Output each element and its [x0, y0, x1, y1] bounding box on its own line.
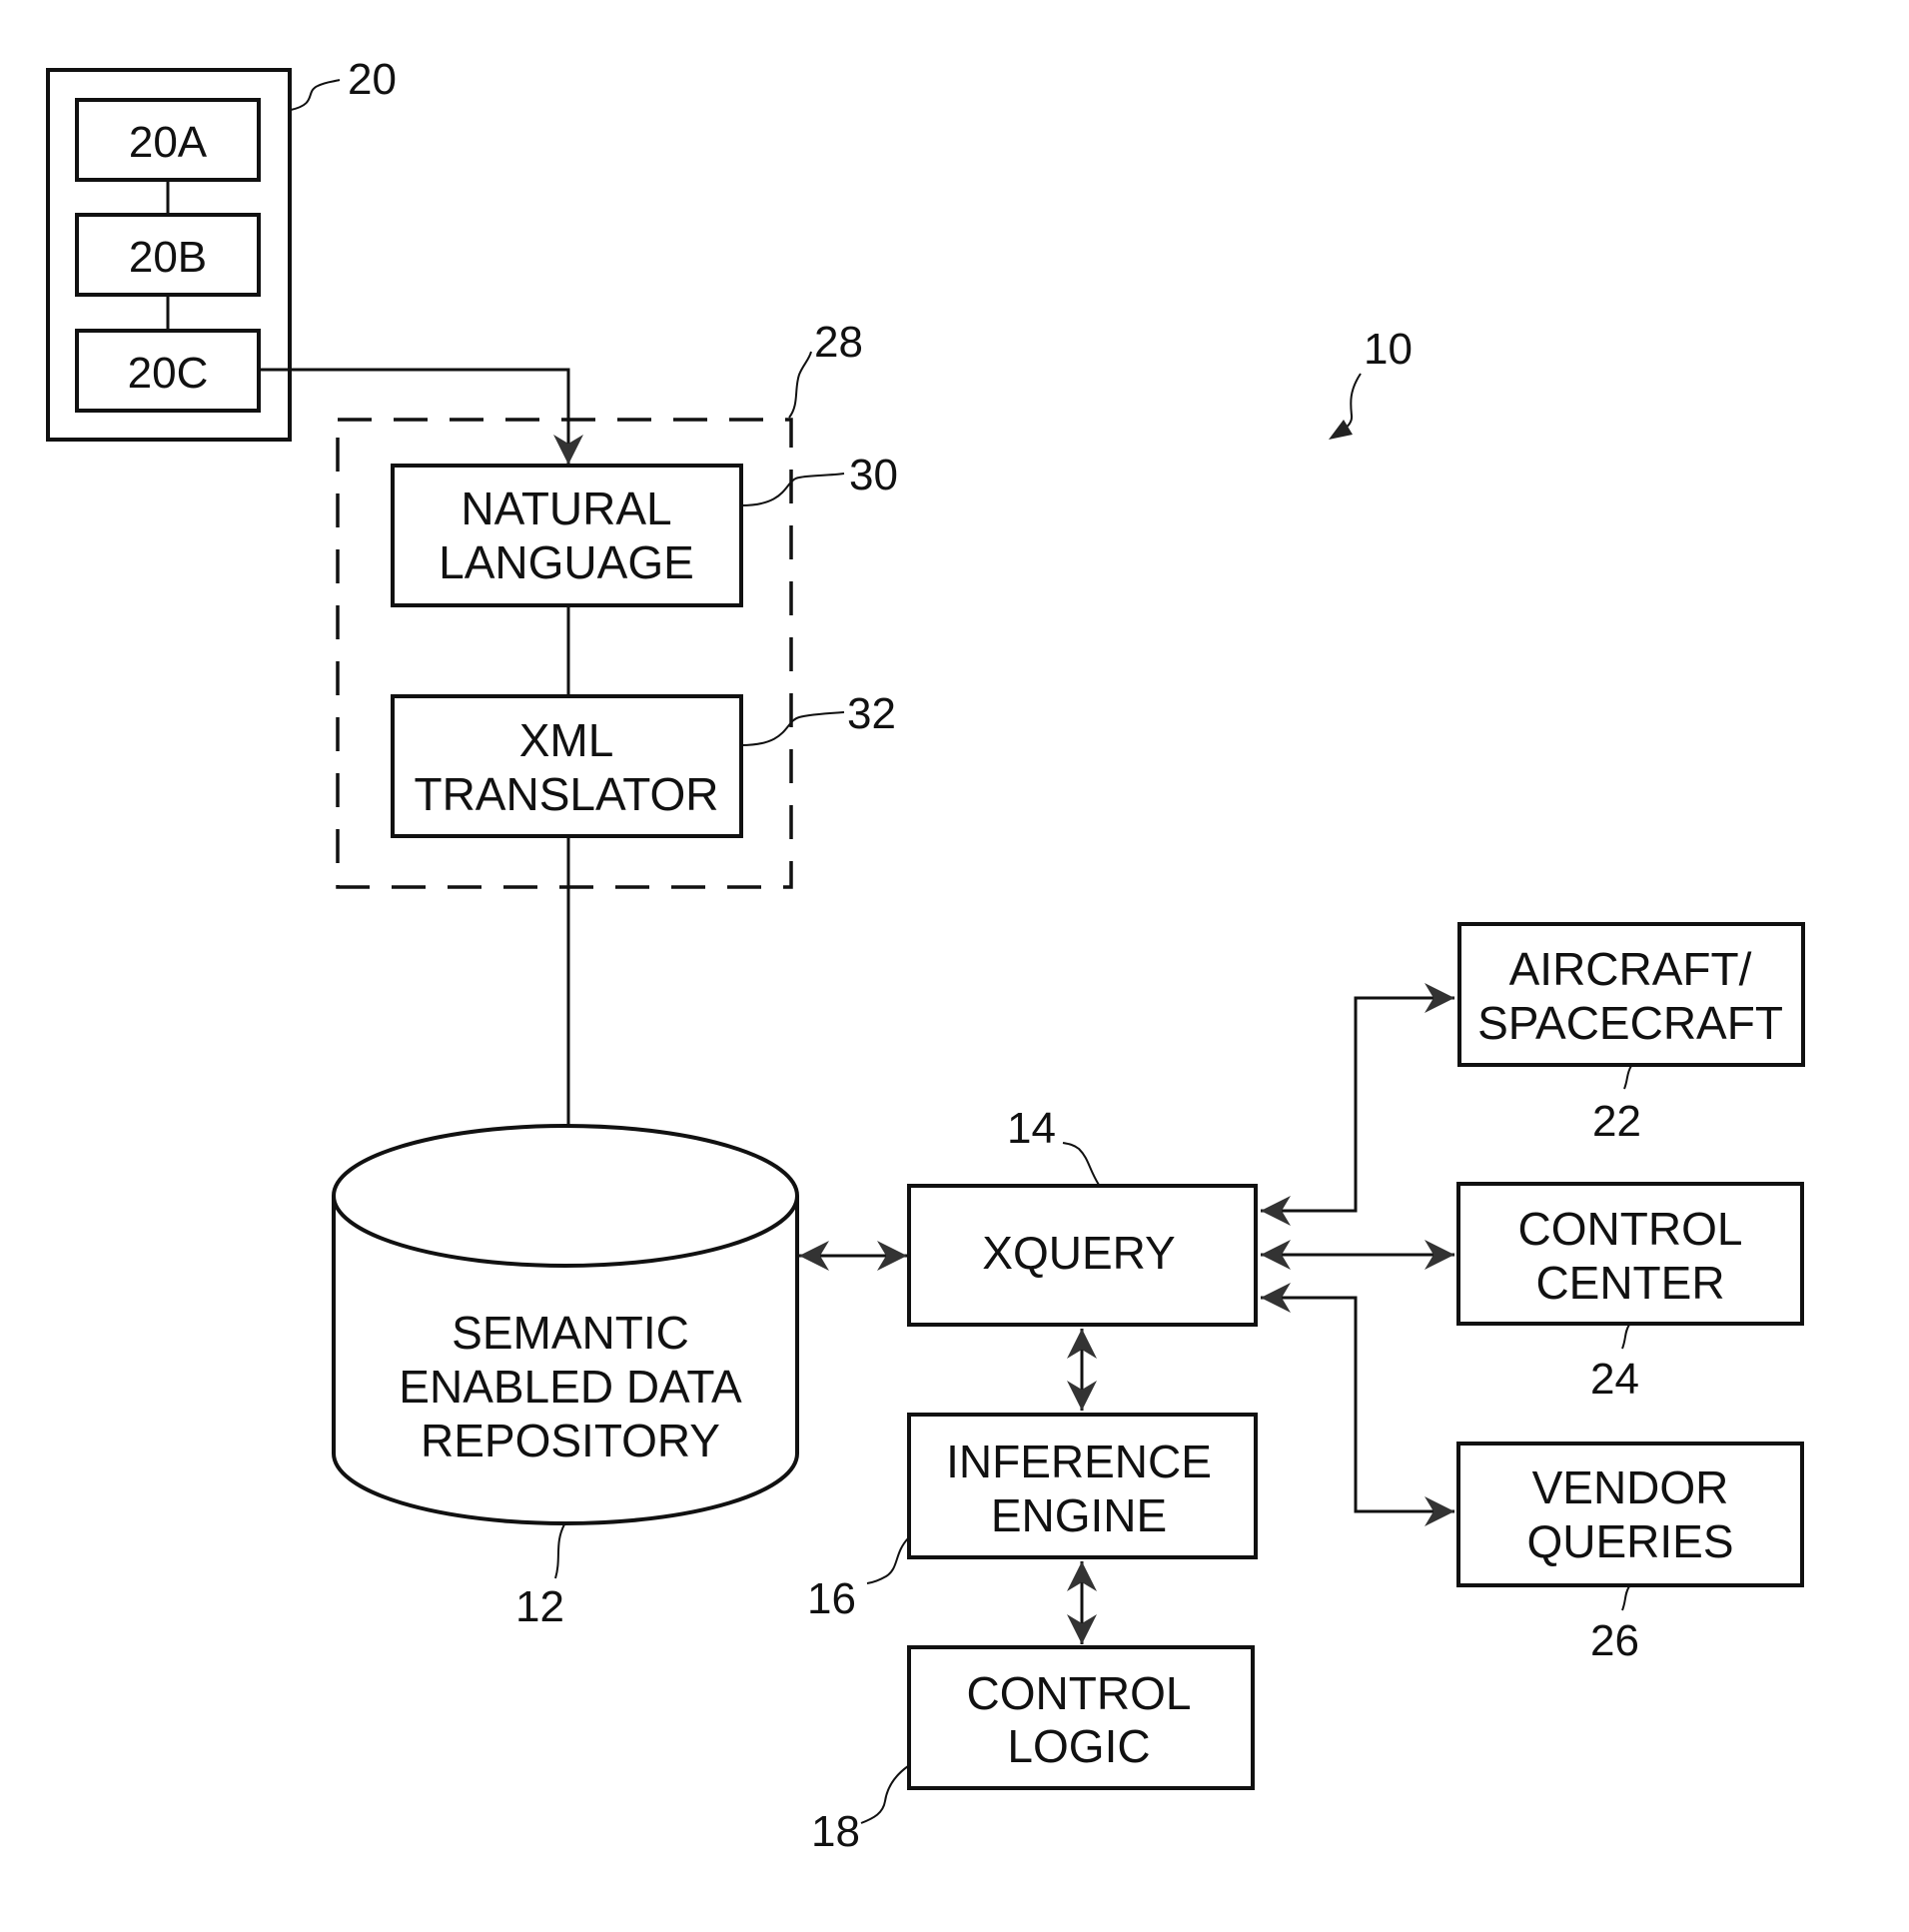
repository-line3: REPOSITORY: [421, 1415, 720, 1466]
device-ref: 20: [348, 55, 397, 104]
device-20: 20A 20B 20C 20: [46, 55, 397, 442]
inference-engine-leader-line: [866, 1537, 909, 1584]
xml-translator-line2: TRANSLATOR: [414, 768, 718, 820]
natural-language-block: NATURAL LANGUAGE 30: [391, 451, 898, 607]
natural-language-ref: 30: [849, 451, 898, 499]
system-ref-arrowhead-icon: [1329, 420, 1353, 440]
xquery-ref: 14: [1007, 1104, 1056, 1153]
arrow-20c-to-natural-language: [259, 368, 583, 465]
vendor-queries-line2: QUERIES: [1526, 1515, 1733, 1567]
component-20c-label: 20C: [128, 349, 209, 398]
device-leader-line: [290, 79, 341, 111]
repository-block: SEMANTIC ENABLED DATA REPOSITORY 12: [332, 1124, 799, 1631]
control-logic-ref: 18: [811, 1807, 860, 1856]
xquery-block: XQUERY 14: [907, 1104, 1258, 1327]
control-center-ref: 24: [1590, 1355, 1639, 1404]
aircraft-block: AIRCRAFT/ SPACECRAFT 22: [1457, 922, 1805, 1146]
control-logic-line1: CONTROL: [967, 1667, 1192, 1719]
repository-leader-line: [554, 1523, 565, 1579]
aircraft-line1: AIRCRAFT/: [1509, 943, 1752, 995]
vendor-queries-leader-line: [1621, 1585, 1630, 1611]
repository-cylinder-top: [332, 1124, 799, 1268]
vendor-queries-ref: 26: [1590, 1616, 1639, 1665]
repository-line2: ENABLED DATA: [399, 1361, 742, 1413]
system-ref: 10: [1364, 325, 1413, 374]
control-center-block: CONTROL CENTER 24: [1456, 1182, 1804, 1404]
inference-engine-ref: 16: [807, 1574, 856, 1623]
interface-ref: 28: [814, 318, 863, 367]
system-diagram: 20A 20B 20C 20 28 NATURAL LANGUAGE 30 XM…: [46, 55, 1805, 1856]
aircraft-leader-line: [1623, 1065, 1632, 1090]
control-logic-leader-line: [860, 1765, 909, 1824]
component-20b-label: 20B: [129, 233, 207, 282]
interface-leader-line: [788, 351, 812, 419]
system-ref-group: 10: [1329, 325, 1413, 440]
inference-engine-line2: ENGINE: [991, 1489, 1167, 1541]
control-center-line2: CENTER: [1535, 1257, 1724, 1309]
natural-language-line2: LANGUAGE: [439, 536, 694, 588]
inference-engine-block: INFERENCE ENGINE 16: [807, 1413, 1258, 1623]
control-logic-block: CONTROL LOGIC 18: [811, 1645, 1255, 1856]
vendor-queries-block: VENDOR QUERIES 26: [1456, 1442, 1804, 1665]
control-logic-line2: LOGIC: [1007, 1720, 1150, 1772]
arrow-xquery-aircraft: [1261, 983, 1454, 1226]
xml-translator-block: XML TRANSLATOR 32: [391, 689, 896, 838]
vendor-queries-line1: VENDOR: [1532, 1461, 1729, 1513]
control-center-line1: CONTROL: [1518, 1203, 1743, 1255]
xquery-leader-line: [1062, 1142, 1100, 1186]
xquery-label: XQUERY: [982, 1227, 1175, 1279]
xml-translator-line1: XML: [519, 714, 614, 766]
aircraft-line2: SPACECRAFT: [1477, 997, 1783, 1049]
repository-line1: SEMANTIC: [452, 1307, 689, 1359]
aircraft-ref: 22: [1592, 1097, 1641, 1146]
component-20a-label: 20A: [129, 118, 208, 167]
inference-engine-line1: INFERENCE: [946, 1436, 1212, 1487]
control-center-leader-line: [1621, 1324, 1630, 1350]
xml-translator-ref: 32: [847, 689, 896, 738]
repository-ref: 12: [515, 1582, 564, 1631]
natural-language-line1: NATURAL: [461, 483, 671, 534]
arrow-xquery-vendor-queries: [1261, 1283, 1454, 1526]
